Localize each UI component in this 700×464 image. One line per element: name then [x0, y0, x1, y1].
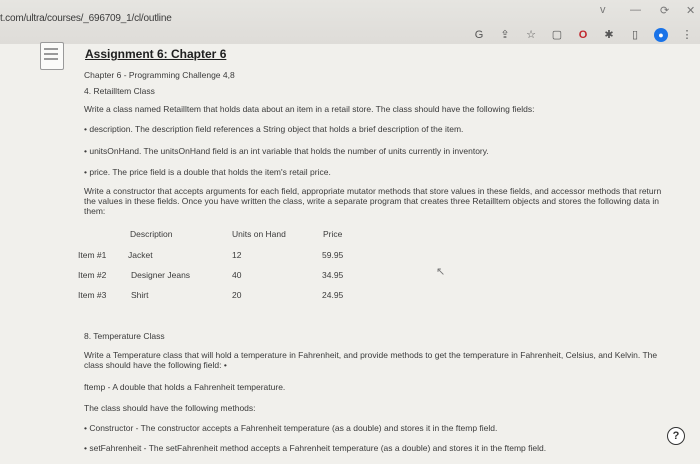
tab-dropdown-icon[interactable]: v: [600, 4, 606, 16]
profile-icon[interactable]: ●: [654, 28, 668, 42]
table-cell-description: Designer Jeans: [131, 270, 191, 280]
extension-icon[interactable]: ▢: [550, 28, 564, 42]
section8-intro: Write a Temperature class that will hold…: [84, 350, 658, 370]
table-cell-description: Jacket: [128, 250, 153, 260]
mouse-cursor-icon: ↖: [436, 266, 446, 278]
field-price: • price. The price field is a double tha…: [84, 167, 331, 177]
minimize-icon[interactable]: —: [630, 4, 641, 16]
methods-intro: The class should have the following meth…: [84, 403, 256, 413]
refresh-icon[interactable]: ⟳: [660, 4, 669, 17]
help-button[interactable]: ?: [667, 427, 685, 445]
ftemp-field: ftemp - A double that holds a Fahrenheit…: [84, 382, 286, 392]
table-cell-price: 24.95: [322, 290, 344, 300]
table-header-price: Price: [323, 229, 343, 239]
table-header-description: Description: [130, 229, 173, 239]
sidebar-icon[interactable]: ▯: [628, 28, 642, 42]
table-row-label: Item #3: [78, 290, 107, 300]
method-set-fahrenheit: • setFahrenheit - The setFahrenheit meth…: [84, 443, 547, 453]
table-cell-units: 40: [232, 270, 242, 280]
menu-icon[interactable]: ⋮: [680, 28, 694, 42]
field-description: • description. The description field ref…: [84, 124, 464, 134]
share-icon[interactable]: ⇪: [498, 28, 512, 42]
constructor-text: Write a constructor that accepts argumen…: [84, 186, 662, 216]
star-icon[interactable]: ☆: [524, 28, 538, 42]
section4-intro: Write a class named Retailltem that hold…: [84, 104, 535, 114]
table-cell-units: 20: [232, 290, 242, 300]
page-title[interactable]: Assignment 6: Chapter 6: [85, 47, 226, 61]
document-icon: [40, 42, 64, 70]
close-icon[interactable]: ✕: [686, 4, 695, 17]
browser-chrome: t.com/ultra/courses/_696709_1/cl/outline…: [0, 0, 700, 44]
table-cell-units: 12: [232, 250, 242, 260]
puzzle-icon[interactable]: ✱: [602, 28, 616, 42]
method-constructor: • Constructor - The constructor accepts …: [84, 423, 498, 433]
table-row-label: Item #1: [78, 250, 107, 260]
table-header-units: Units on Hand: [232, 229, 286, 239]
table-cell-description: Shirt: [131, 290, 149, 300]
subtitle: Chapter 6 - Programming Challenge 4,8: [84, 70, 235, 80]
section4-heading: 4. Retailltem Class: [84, 86, 155, 96]
field-units: • unitsOnHand. The unitsOnHand field is …: [84, 146, 489, 156]
table-cell-price: 34.95: [322, 270, 344, 280]
table-cell-price: 59.95: [322, 250, 344, 260]
opera-icon[interactable]: O: [576, 28, 590, 42]
table-row-label: Item #2: [78, 270, 107, 280]
address-bar[interactable]: t.com/ultra/courses/_696709_1/cl/outline: [0, 13, 172, 24]
section8-heading: 8. Temperature Class: [84, 331, 165, 341]
google-icon[interactable]: G: [472, 28, 486, 42]
